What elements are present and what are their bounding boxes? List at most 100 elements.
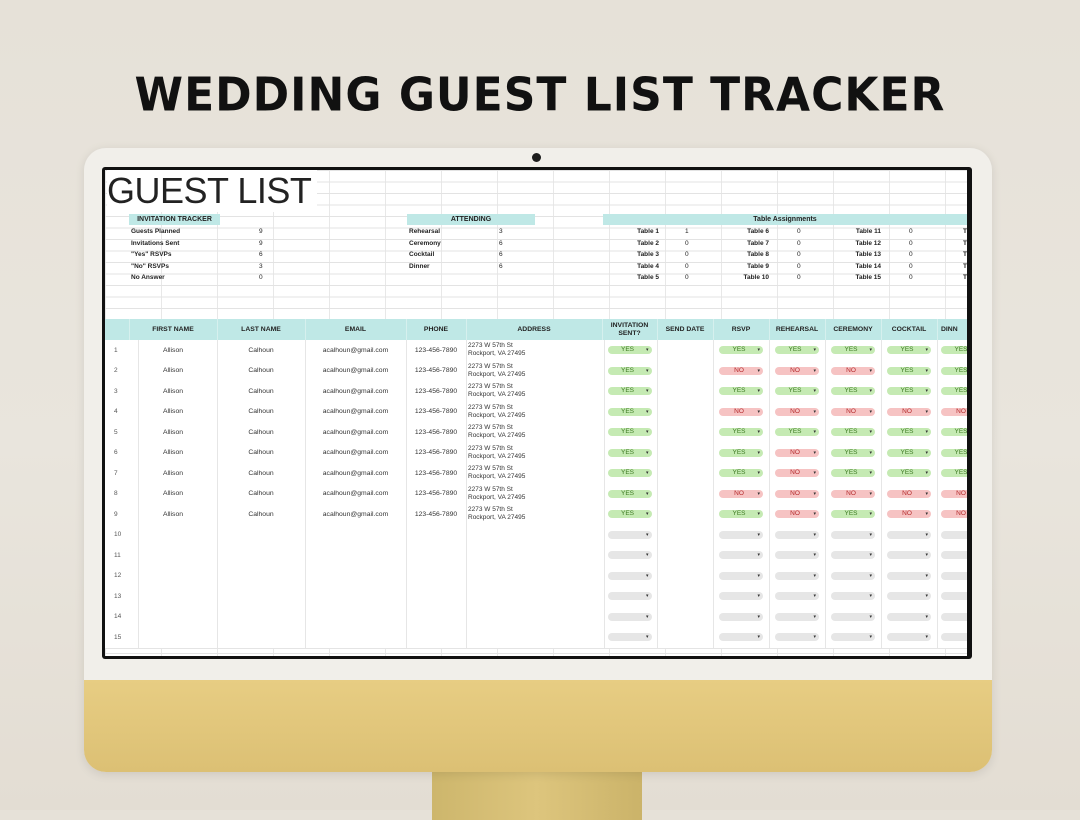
email-cell[interactable]: acalhoun@gmail.com: [305, 340, 407, 361]
email-cell[interactable]: acalhoun@gmail.com: [305, 442, 407, 463]
rsvp-dropdown[interactable]: ▾: [713, 606, 770, 627]
email-cell[interactable]: [305, 586, 407, 607]
address-cell[interactable]: 2273 W 57th St Rockport, VA 27495: [466, 381, 605, 402]
dinner-dropdown[interactable]: YES▾: [937, 340, 967, 361]
status-chip[interactable]: NO ▾: [887, 510, 931, 519]
rsvp-dropdown[interactable]: ▾: [713, 586, 770, 607]
status-chip[interactable]: YES▾: [607, 407, 652, 416]
invitation-sent-dropdown[interactable]: YES ▾: [602, 463, 658, 484]
ceremony-dropdown[interactable]: ▾: [825, 606, 882, 627]
rehearsal-dropdown[interactable]: YES ▾: [769, 381, 826, 402]
first-name-cell[interactable]: Allison: [129, 442, 218, 463]
cocktail-dropdown[interactable]: NO ▾: [881, 401, 938, 422]
status-chip[interactable]: ▾: [607, 530, 652, 539]
dinner-dropdown[interactable]: ▾: [937, 545, 967, 566]
cocktail-dropdown[interactable]: ▾: [881, 565, 938, 586]
status-chip[interactable]: NO ▾: [775, 407, 819, 416]
phone-cell[interactable]: [406, 524, 467, 545]
phone-cell[interactable]: [406, 606, 467, 627]
phone-cell[interactable]: [406, 545, 467, 566]
last-name-cell[interactable]: [217, 586, 306, 607]
address-cell[interactable]: [466, 565, 605, 586]
status-chip[interactable]: YES▾: [607, 489, 652, 498]
address-cell[interactable]: 2273 W 57th St Rockport, VA 27495: [466, 360, 605, 381]
ceremony-dropdown[interactable]: NO ▾: [825, 483, 882, 504]
cocktail-dropdown[interactable]: ▾: [881, 627, 938, 648]
status-chip[interactable]: ▾: [775, 592, 819, 601]
last-name-cell[interactable]: Calhoun: [217, 442, 306, 463]
ceremony-dropdown[interactable]: YES ▾: [825, 504, 882, 525]
rsvp-dropdown[interactable]: YES ▾: [713, 340, 770, 361]
status-chip[interactable]: YES▾: [719, 428, 763, 437]
invitation-sent-dropdown[interactable]: ▾: [602, 606, 658, 627]
address-cell[interactable]: 2273 W 57th St Rockport, VA 27495: [466, 422, 605, 443]
rehearsal-dropdown[interactable]: NO ▾: [769, 442, 826, 463]
status-chip[interactable]: YES▾: [831, 428, 875, 437]
invitation-sent-dropdown[interactable]: ▾: [602, 524, 658, 545]
status-chip[interactable]: ▾: [719, 571, 763, 580]
first-name-cell[interactable]: [129, 586, 218, 607]
send-date-cell[interactable]: [657, 565, 714, 586]
status-chip[interactable]: NO ▾: [887, 407, 931, 416]
status-chip[interactable]: YES▾: [775, 428, 819, 437]
email-cell[interactable]: acalhoun@gmail.com: [305, 463, 407, 484]
col-rehearsal[interactable]: REHEARSAL: [769, 319, 826, 340]
col-first-name[interactable]: FIRST NAME: [129, 319, 218, 340]
first-name-cell[interactable]: Allison: [129, 360, 218, 381]
ceremony-dropdown[interactable]: ▾: [825, 524, 882, 545]
rsvp-dropdown[interactable]: NO ▾: [713, 401, 770, 422]
first-name-cell[interactable]: Allison: [129, 483, 218, 504]
send-date-cell[interactable]: [657, 340, 714, 361]
status-chip[interactable]: NO ▾: [775, 489, 819, 498]
spreadsheet[interactable]: GUEST LIST INVITATION TRACKER ATTENDING …: [105, 170, 967, 656]
status-chip[interactable]: ▾: [887, 551, 931, 560]
send-date-cell[interactable]: [657, 586, 714, 607]
status-chip[interactable]: YES▾: [719, 448, 763, 457]
send-date-cell[interactable]: [657, 381, 714, 402]
first-name-cell[interactable]: Allison: [129, 463, 218, 484]
rsvp-dropdown[interactable]: ▾: [713, 545, 770, 566]
email-cell[interactable]: [305, 606, 407, 627]
status-chip[interactable]: ▾: [719, 612, 763, 621]
invitation-sent-dropdown[interactable]: YES ▾: [602, 381, 658, 402]
rsvp-dropdown[interactable]: YES ▾: [713, 422, 770, 443]
last-name-cell[interactable]: Calhoun: [217, 483, 306, 504]
status-chip[interactable]: YES▾: [719, 510, 763, 519]
status-chip[interactable]: ▾: [775, 530, 819, 539]
invitation-sent-dropdown[interactable]: ▾: [602, 545, 658, 566]
invitation-sent-dropdown[interactable]: YES ▾: [602, 442, 658, 463]
first-name-cell[interactable]: [129, 606, 218, 627]
dinner-dropdown[interactable]: NO▾: [937, 402, 967, 423]
status-chip[interactable]: YES▾: [887, 346, 931, 355]
phone-cell[interactable]: 123-456-7890: [406, 340, 467, 361]
address-cell[interactable]: 2273 W 57th St Rockport, VA 27495: [466, 504, 605, 525]
phone-cell[interactable]: [406, 627, 467, 648]
rsvp-dropdown[interactable]: ▾: [713, 627, 770, 648]
status-chip[interactable]: YES▾: [887, 366, 931, 375]
col-cocktail[interactable]: COCKTAIL: [881, 319, 938, 340]
dinner-dropdown[interactable]: ▾: [937, 525, 967, 546]
status-chip[interactable]: ▾: [831, 612, 875, 621]
email-cell[interactable]: acalhoun@gmail.com: [305, 360, 407, 381]
email-cell[interactable]: acalhoun@gmail.com: [305, 504, 407, 525]
col-ceremony[interactable]: CEREMONY: [825, 319, 882, 340]
col-phone[interactable]: PHONE: [406, 319, 467, 340]
dinner-dropdown[interactable]: NO▾: [937, 504, 967, 525]
status-chip[interactable]: YES▾: [719, 346, 763, 355]
status-chip[interactable]: YES▾: [941, 428, 967, 437]
invitation-sent-dropdown[interactable]: ▾: [602, 586, 658, 607]
cocktail-dropdown[interactable]: YES ▾: [881, 340, 938, 361]
status-chip[interactable]: ▾: [887, 612, 931, 621]
last-name-cell[interactable]: Calhoun: [217, 381, 306, 402]
last-name-cell[interactable]: [217, 627, 306, 648]
status-chip[interactable]: YES▾: [831, 387, 875, 396]
status-chip[interactable]: NO ▾: [887, 489, 931, 498]
phone-cell[interactable]: 123-456-7890: [406, 442, 467, 463]
email-cell[interactable]: [305, 524, 407, 545]
first-name-cell[interactable]: Allison: [129, 422, 218, 443]
dinner-dropdown[interactable]: ▾: [937, 627, 967, 648]
last-name-cell[interactable]: [217, 565, 306, 586]
last-name-cell[interactable]: Calhoun: [217, 340, 306, 361]
email-cell[interactable]: [305, 627, 407, 648]
email-cell[interactable]: [305, 545, 407, 566]
